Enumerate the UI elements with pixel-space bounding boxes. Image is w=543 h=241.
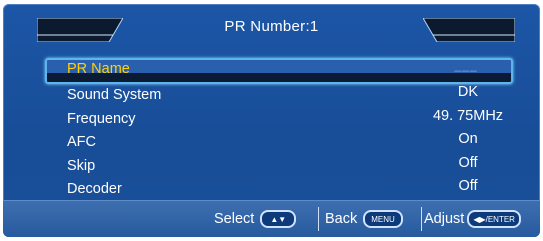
select-hint: Select ▲▼ xyxy=(214,210,297,228)
back-hint: Back MENU xyxy=(325,210,403,228)
footer-divider xyxy=(421,207,422,231)
menu-key-icon[interactable]: MENU xyxy=(363,210,403,228)
menu-item-label: PR Name xyxy=(67,61,130,77)
back-label: Back xyxy=(325,211,358,227)
menu-item-label: AFC xyxy=(67,134,96,150)
menu-item-value: Off xyxy=(458,178,478,194)
menu-item-value: Off xyxy=(458,154,478,171)
menu-item-sound-system[interactable]: Sound System DK xyxy=(45,84,513,108)
footer-divider xyxy=(318,207,319,231)
menu-item-skip[interactable]: Skip Off xyxy=(45,155,513,179)
menu-item-value: 49. 75MHz xyxy=(432,107,504,124)
menu-item-value: ___ xyxy=(454,58,478,72)
header-right-decoration xyxy=(423,18,515,42)
menu-item-afc[interactable]: AFC On xyxy=(45,131,513,155)
left-right-enter-key-icon[interactable]: ◀▶/ENTER xyxy=(467,210,521,228)
menu-item-label: Sound System xyxy=(67,87,162,103)
menu-item-label: Frequency xyxy=(67,110,136,127)
menu-item-pr-name[interactable]: PR Name ___ xyxy=(45,58,513,84)
menu-item-decoder[interactable]: Decoder Off xyxy=(45,178,513,202)
osd-panel: PR Number:1 PR Name ___ Sound System DK … xyxy=(3,4,540,237)
select-label: Select xyxy=(214,211,255,227)
footer-hint-bar: Select ▲▼ Back MENU Adjust ◀▶/ENTER xyxy=(3,200,540,237)
up-down-key-icon[interactable]: ▲▼ xyxy=(260,210,297,228)
menu-item-value: DK xyxy=(457,84,479,100)
menu-item-frequency[interactable]: Frequency 49. 75MHz xyxy=(45,108,513,132)
menu-item-value: On xyxy=(458,131,478,147)
settings-menu: PR Name ___ Sound System DK Frequency 49… xyxy=(45,58,513,202)
header: PR Number:1 xyxy=(3,4,540,44)
menu-item-label: Skip xyxy=(67,157,96,174)
adjust-hint: Adjust ◀▶/ENTER xyxy=(424,210,521,228)
menu-item-label: Decoder xyxy=(67,181,122,197)
adjust-label: Adjust xyxy=(424,211,465,227)
